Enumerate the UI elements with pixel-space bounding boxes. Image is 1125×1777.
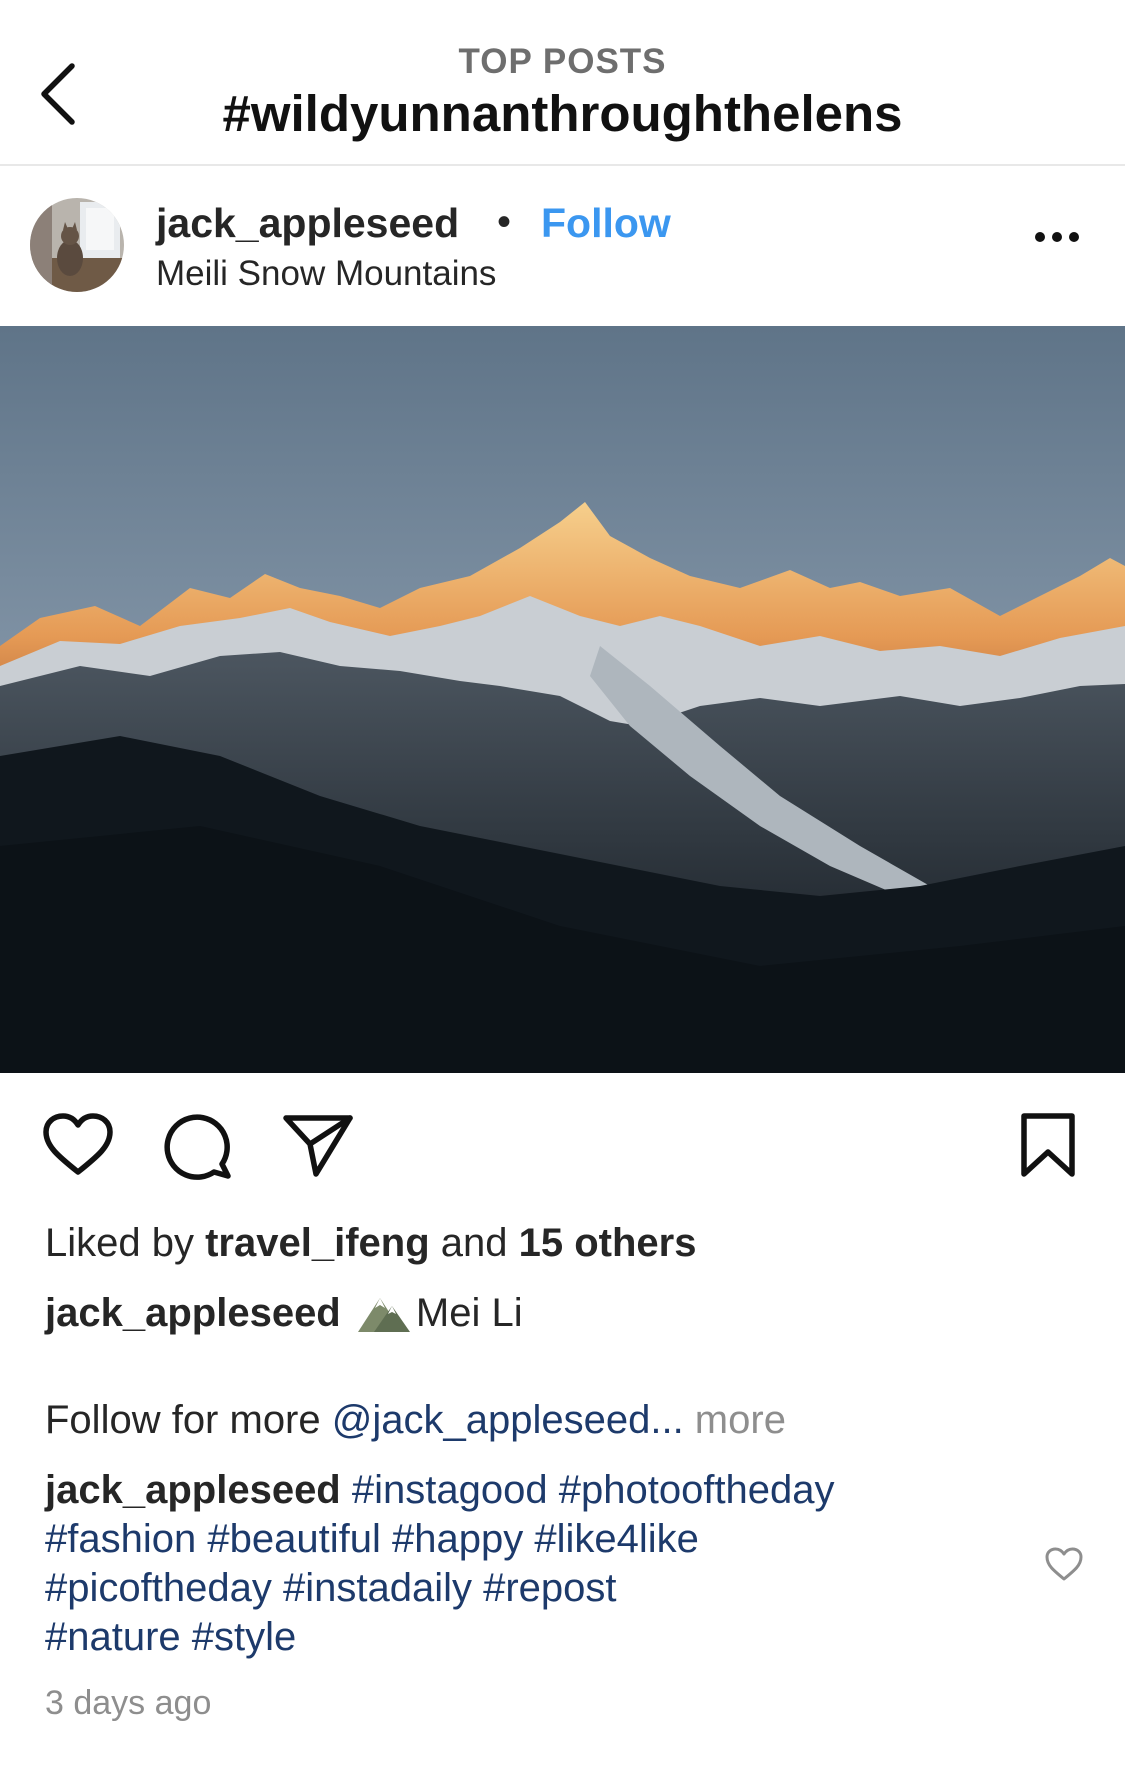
- hashtag[interactable]: #instadaily: [283, 1566, 472, 1610]
- hashtag[interactable]: #nature: [45, 1615, 181, 1659]
- caption-text: Mei Li: [415, 1291, 523, 1335]
- comment-username[interactable]: jack_appleseed: [45, 1468, 341, 1512]
- heart-outline-icon: [1045, 1547, 1083, 1581]
- bookmark-icon: [1021, 1113, 1075, 1177]
- hashtag[interactable]: #beautiful: [207, 1517, 380, 1561]
- caption: jack_appleseed Mei Li: [45, 1290, 523, 1336]
- heart-icon: [43, 1113, 113, 1175]
- hashtag[interactable]: #instagood: [352, 1468, 548, 1512]
- paper-plane-icon: [283, 1115, 353, 1177]
- follow-button[interactable]: Follow: [541, 200, 671, 247]
- caption-mention[interactable]: @jack_appleseed...: [332, 1398, 684, 1442]
- hashtag[interactable]: #photooftheday: [559, 1468, 835, 1512]
- likes-summary: Liked by travel_ifeng and 15 others: [45, 1221, 696, 1266]
- more-options-button[interactable]: [1032, 222, 1082, 252]
- comment: jack_appleseed #instagood #photooftheday…: [45, 1466, 945, 1662]
- caption-line-2: Follow for more @jack_appleseed... more: [45, 1398, 786, 1443]
- top-bar: TOP POSTS #wildyunnanthroughthelens: [0, 0, 1125, 166]
- separator-dot: •: [497, 200, 512, 244]
- caption-username[interactable]: jack_appleseed: [45, 1291, 341, 1335]
- post-username[interactable]: jack_appleseed: [156, 200, 459, 247]
- hashtag[interactable]: #like4like: [534, 1517, 699, 1561]
- mountain-emoji-icon: [357, 1298, 410, 1332]
- like-button[interactable]: [42, 1112, 114, 1178]
- hashtag[interactable]: #happy: [392, 1517, 523, 1561]
- likes-prefix: Liked by: [45, 1221, 206, 1265]
- caption-line2-prefix: Follow for more: [45, 1398, 332, 1442]
- post-location[interactable]: Meili Snow Mountains: [156, 254, 496, 294]
- header-subtitle: TOP POSTS: [458, 42, 667, 81]
- liker-username[interactable]: travel_ifeng: [205, 1221, 430, 1265]
- likes-others[interactable]: 15 others: [519, 1221, 697, 1265]
- speech-bubble-icon: [164, 1114, 231, 1180]
- hashtag[interactable]: #picoftheday: [45, 1566, 272, 1610]
- comment-like-button[interactable]: [1044, 1546, 1084, 1582]
- post-image[interactable]: [0, 326, 1125, 1073]
- more-link[interactable]: more: [684, 1398, 786, 1442]
- save-button[interactable]: [1018, 1112, 1078, 1178]
- avatar[interactable]: [30, 198, 124, 292]
- comment-button[interactable]: [164, 1112, 234, 1182]
- hashtag-title: #wildyunnanthroughthelens: [222, 85, 903, 142]
- hashtag[interactable]: #style: [192, 1615, 297, 1659]
- post-timestamp: 3 days ago: [45, 1684, 212, 1722]
- hashtag[interactable]: #repost: [483, 1566, 616, 1610]
- likes-middle: and: [429, 1221, 519, 1265]
- hashtag[interactable]: #fashion: [45, 1517, 196, 1561]
- share-button[interactable]: [282, 1112, 354, 1178]
- ellipsis-icon: [1035, 232, 1079, 242]
